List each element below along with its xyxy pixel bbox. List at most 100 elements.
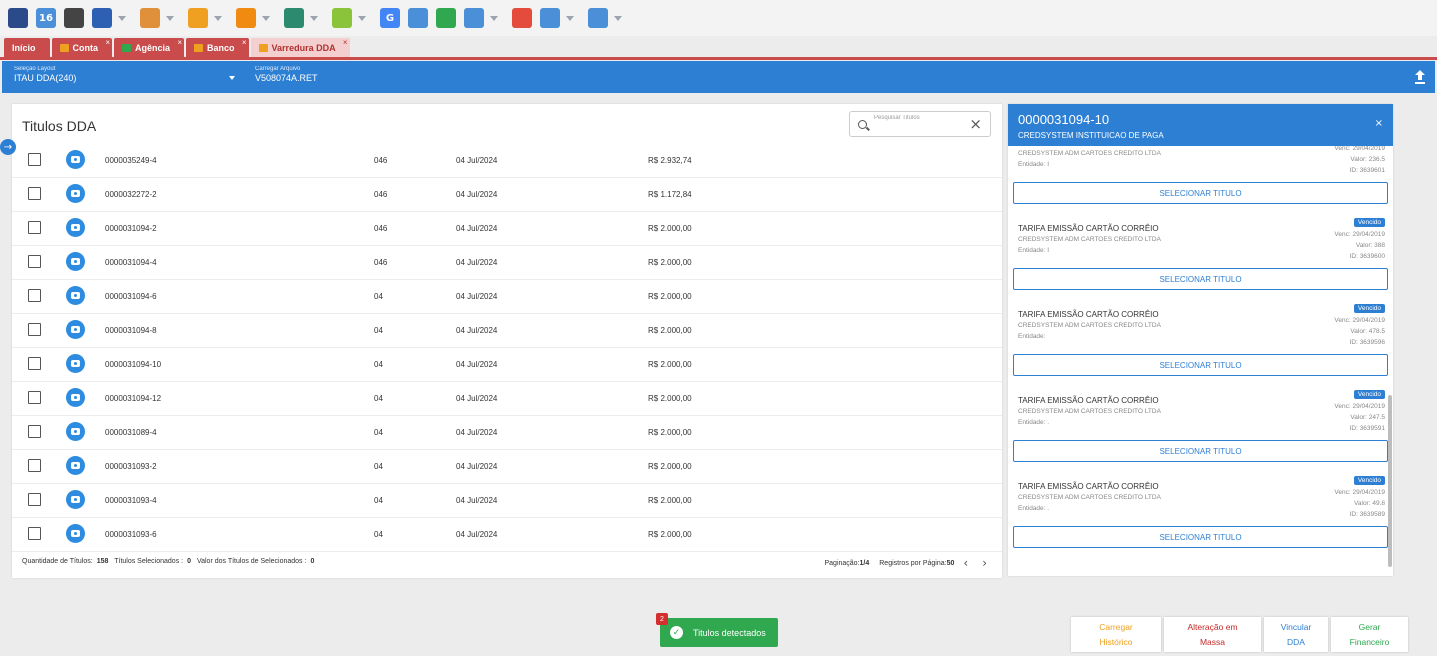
- view-icon[interactable]: [66, 456, 85, 475]
- select-title-button[interactable]: SELECIONAR TITULO: [1013, 354, 1388, 376]
- toolbar-button-13[interactable]: [510, 4, 534, 32]
- link-dda-button[interactable]: Vincular DDA: [1264, 617, 1328, 652]
- table-row[interactable]: 0000031093-2 04 04 Jul/2024 R$ 2.000,00: [12, 450, 1002, 484]
- toolbar-button-8[interactable]: [330, 4, 374, 32]
- table-row[interactable]: 0000031094-6 04 04 Jul/2024 R$ 2.000,00: [12, 280, 1002, 314]
- view-icon[interactable]: [66, 252, 85, 271]
- layout-select[interactable]: Seleção Layout ITAU DDA(240): [14, 66, 240, 90]
- chevron-left-icon[interactable]: ‹: [958, 556, 973, 570]
- chevron-right-icon[interactable]: ›: [977, 556, 992, 570]
- toolbar-button-9[interactable]: G: [378, 4, 402, 32]
- toolbar-button-2[interactable]: [62, 4, 86, 32]
- view-icon[interactable]: [66, 184, 85, 203]
- chevron-down-icon[interactable]: [358, 15, 366, 21]
- row-checkbox[interactable]: [28, 323, 41, 336]
- upload-icon[interactable]: [1413, 69, 1427, 85]
- close-icon[interactable]: ×: [242, 38, 247, 47]
- tab-1[interactable]: Conta ×: [51, 38, 113, 57]
- select-title-button[interactable]: SELECIONAR TITULO: [1013, 440, 1388, 462]
- row-checkbox[interactable]: [28, 187, 41, 200]
- chevron-down-icon[interactable]: [310, 15, 318, 21]
- card-due-date: Venc: 29/04/2019: [1334, 489, 1385, 496]
- generate-financial-button[interactable]: Gerar Financeiro: [1331, 617, 1408, 652]
- select-title-button[interactable]: SELECIONAR TITULO: [1013, 182, 1388, 204]
- toolbar-button-6[interactable]: [234, 4, 278, 32]
- toolbar-button-14[interactable]: [538, 4, 582, 32]
- tab-0[interactable]: Início: [4, 38, 50, 57]
- table-row[interactable]: 0000031094-12 04 04 Jul/2024 R$ 2.000,00: [12, 382, 1002, 416]
- select-title-button[interactable]: SELECIONAR TITULO: [1013, 526, 1388, 548]
- chevron-down-icon[interactable]: [262, 15, 270, 21]
- row-checkbox[interactable]: [28, 391, 41, 404]
- tab-3[interactable]: Banco ×: [186, 38, 249, 57]
- table-row[interactable]: 0000031094-4 046 04 Jul/2024 R$ 2.000,00: [12, 246, 1002, 280]
- toolbar-button-0[interactable]: [6, 4, 30, 32]
- close-icon[interactable]: ×: [105, 38, 110, 47]
- table-row[interactable]: 0000031094-2 046 04 Jul/2024 R$ 2.000,00: [12, 212, 1002, 246]
- chevron-down-icon[interactable]: [614, 15, 622, 21]
- close-icon[interactable]: ×: [1375, 118, 1383, 129]
- toast-notification[interactable]: ✓ Titulos detectados: [660, 618, 778, 647]
- close-icon[interactable]: ×: [177, 38, 182, 47]
- toolbar-button-3[interactable]: [90, 4, 134, 32]
- arrow-right-icon[interactable]: →: [0, 139, 16, 155]
- view-icon[interactable]: [66, 422, 85, 441]
- table-row[interactable]: 0000035249-4 046 04 Jul/2024 R$ 2.932,74: [12, 144, 1002, 178]
- toolbar-button-15[interactable]: [586, 4, 630, 32]
- table-row[interactable]: 0000031094-8 04 04 Jul/2024 R$ 2.000,00: [12, 314, 1002, 348]
- close-icon[interactable]: ×: [969, 115, 982, 133]
- row-checkbox[interactable]: [28, 221, 41, 234]
- chevron-down-icon[interactable]: [214, 15, 222, 21]
- search-input[interactable]: [874, 115, 964, 121]
- cart-icon: [284, 8, 304, 28]
- table-row[interactable]: 0000031089-4 04 04 Jul/2024 R$ 2.000,00: [12, 416, 1002, 450]
- table-row[interactable]: 0000031093-6 04 04 Jul/2024 R$ 2.000,00: [12, 518, 1002, 552]
- toolbar-button-1[interactable]: 16: [34, 4, 58, 32]
- tab-2[interactable]: Agência ×: [114, 38, 185, 57]
- row-checkbox[interactable]: [28, 153, 41, 166]
- toolbar-button-12[interactable]: [462, 4, 506, 32]
- per-page-value[interactable]: 50: [947, 560, 955, 567]
- view-icon[interactable]: [66, 320, 85, 339]
- toolbar-button-7[interactable]: [282, 4, 326, 32]
- load-history-button[interactable]: Carregar Histórico: [1071, 617, 1161, 652]
- title-number: 0000031094-4: [105, 258, 157, 267]
- view-icon[interactable]: [66, 490, 85, 509]
- view-icon[interactable]: [66, 524, 85, 543]
- bulk-edit-button[interactable]: Alteração em Massa: [1164, 617, 1261, 652]
- bank-code: 04: [374, 462, 383, 471]
- table-row[interactable]: 0000031093-4 04 04 Jul/2024 R$ 2.000,00: [12, 484, 1002, 518]
- chevron-down-icon[interactable]: [118, 15, 126, 21]
- close-icon[interactable]: ×: [343, 38, 348, 47]
- table-row[interactable]: 0000032272-2 046 04 Jul/2024 R$ 1.172,84: [12, 178, 1002, 212]
- row-checkbox[interactable]: [28, 493, 41, 506]
- row-checkbox[interactable]: [28, 459, 41, 472]
- toolbar-button-4[interactable]: [138, 4, 182, 32]
- row-checkbox[interactable]: [28, 425, 41, 438]
- toolbar-button-10[interactable]: [406, 4, 430, 32]
- toolbar-button-11[interactable]: [434, 4, 458, 32]
- row-checkbox[interactable]: [28, 527, 41, 540]
- view-icon[interactable]: [66, 218, 85, 237]
- row-checkbox[interactable]: [28, 289, 41, 302]
- view-icon[interactable]: [66, 388, 85, 407]
- file-upload-field[interactable]: Carregar Arquivo V508074A.RET: [255, 66, 555, 90]
- select-title-button[interactable]: SELECIONAR TITULO: [1013, 268, 1388, 290]
- chevron-down-icon[interactable]: [566, 15, 574, 21]
- detail-title: 0000031094-10: [1018, 112, 1110, 127]
- bank-code: 046: [374, 258, 388, 267]
- tab-4[interactable]: Varredura DDA ×: [250, 38, 350, 57]
- toolbar-button-5[interactable]: [186, 4, 230, 32]
- detail-scrollbar[interactable]: [1388, 395, 1392, 567]
- view-icon[interactable]: [66, 150, 85, 169]
- title-number: 0000031093-6: [105, 530, 157, 539]
- view-icon[interactable]: [66, 286, 85, 305]
- table-row[interactable]: 0000031094-10 04 04 Jul/2024 R$ 2.000,00: [12, 348, 1002, 382]
- view-icon[interactable]: [66, 354, 85, 373]
- chevron-down-icon[interactable]: [490, 15, 498, 21]
- row-checkbox[interactable]: [28, 255, 41, 268]
- bank-code: 04: [374, 394, 383, 403]
- chevron-down-icon[interactable]: [166, 15, 174, 21]
- row-checkbox[interactable]: [28, 357, 41, 370]
- bar-chart-icon: [188, 8, 208, 28]
